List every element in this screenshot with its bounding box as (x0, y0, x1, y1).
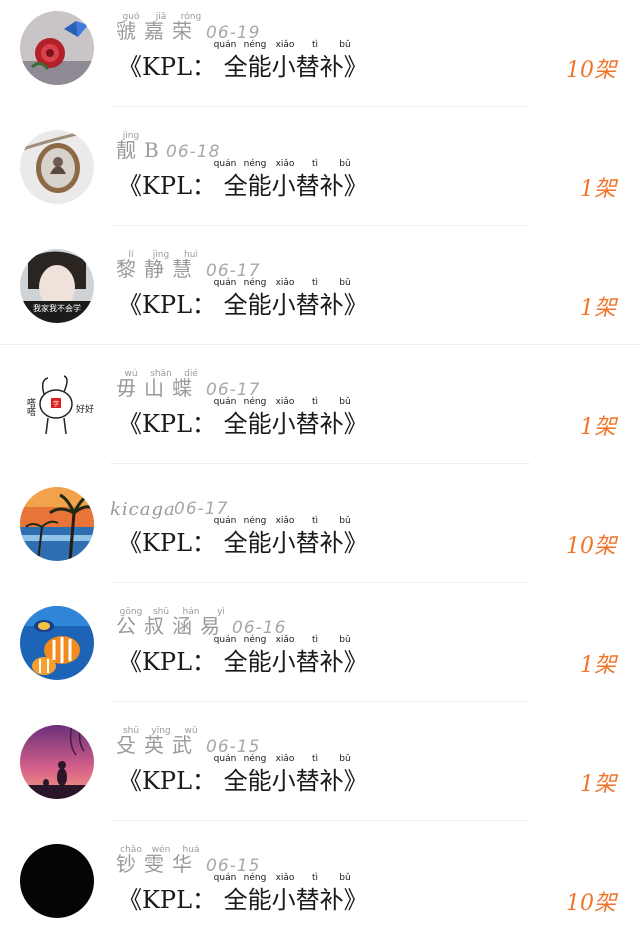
divider (110, 701, 530, 702)
gift-count: 10架 (566, 58, 616, 83)
black-avatar (20, 844, 94, 918)
gift-count: 10架 (566, 534, 616, 559)
gift-line: quán néng xiǎo tì bǔ 《KPL： 全能小替补》 (118, 278, 418, 320)
avatar-badge: 学 (53, 400, 59, 408)
list-item[interactable]: jìng 靓B 06-18 quán néng xiǎo tì bǔ 《KPL： 全能小… (0, 119, 640, 238)
gift-line: quán néng xiǎo tì bǔ 《KPL： 全能小替补》 (118, 40, 418, 82)
divider (110, 225, 530, 226)
avatar-right-text: 好好学 (76, 403, 94, 415)
avatar[interactable]: 学 嗒嗒 好好学 (20, 368, 94, 442)
gift-count: 10架 (566, 891, 616, 916)
fish-avatar (20, 606, 94, 680)
gift-name: 《KPL： 全能小替补》 (118, 767, 368, 795)
gift-count: 1架 (580, 296, 616, 321)
gift-count: 1架 (580, 772, 616, 797)
gift-line: quán néng xiǎo tì bǔ 《KPL： 全能小替补》 (118, 635, 418, 677)
divider (110, 582, 530, 583)
cartoon-avatar: 学 嗒嗒 好好学 (20, 368, 94, 442)
gift-count: 1架 (580, 653, 616, 678)
list-item[interactable]: kicaga 06-17 quán néng xiǎo tì bǔ 《KPL： 全能小替… (0, 476, 640, 595)
list-item[interactable]: shū yīng wǔ 殳英武 06-15 quán néng xiǎo tì bǔ 《KP… (0, 714, 640, 833)
gift-name: 《KPL： 全能小替补》 (118, 172, 368, 200)
gift-name: 《KPL： 全能小替补》 (118, 53, 368, 81)
gift-count: 1架 (580, 177, 616, 202)
divider (0, 344, 640, 345)
avatar[interactable] (20, 130, 94, 204)
avatar[interactable] (20, 844, 94, 918)
divider (110, 463, 530, 464)
gift-line: quán néng xiǎo tì bǔ 《KPL： 全能小替补》 (118, 159, 418, 201)
pendant-avatar (20, 130, 94, 204)
girl-photo-avatar: 我家我不会学 (20, 249, 94, 323)
avatar[interactable]: 我家我不会学 (20, 249, 94, 323)
gift-line: quán néng xiǎo tì bǔ 《KPL： 全能小替补》 (118, 873, 418, 915)
list-item[interactable]: gōng shū hán yì 公叔涵易 06-16 quán néng xiǎo tì bǔ… (0, 595, 640, 714)
avatar-caption: 我家我不会学 (33, 303, 81, 313)
gift-name: 《KPL： 全能小替补》 (118, 886, 368, 914)
avatar[interactable] (20, 487, 94, 561)
gift-record-list: guó jiā róng 虢嘉荣 06-19 quán néng xiǎo tì bǔ 《K… (0, 0, 640, 945)
dusk-avatar (20, 725, 94, 799)
list-item[interactable]: 学 嗒嗒 好好学 wúshāndié 毋山蝶 06-17 quánnéngxiǎ… (0, 357, 640, 476)
gift-name: 《KPL： 全能小替补》 (118, 291, 368, 319)
gift-name: 《KPL： 全能小替补》 (118, 410, 368, 438)
list-item[interactable]: chāo wén huá 钞雯华 06-15 quán néng xiǎo tì bǔ 《K… (0, 833, 640, 952)
avatar[interactable] (20, 606, 94, 680)
gift-line: quán néng xiǎo tì bǔ 《KPL： 全能小替补》 (118, 754, 418, 796)
divider (110, 106, 530, 107)
gift-name: 《KPL： 全能小替补》 (118, 648, 368, 676)
list-item[interactable]: guó jiā róng 虢嘉荣 06-19 quán néng xiǎo tì bǔ 《K… (0, 0, 640, 119)
rose-butterfly-avatar (20, 11, 94, 85)
gift-count: 1架 (580, 415, 616, 440)
avatar[interactable] (20, 725, 94, 799)
list-item[interactable]: 我家我不会学 lí jìng huì 黎静慧 06-17 quán néng xiǎo t… (0, 238, 640, 357)
avatar-left-text: 嗒嗒 (25, 398, 36, 417)
divider (110, 820, 530, 821)
gift-line: quán néng xiǎo tì bǔ 《KPL： 全能小替补》 (118, 516, 418, 558)
palm-sunset-avatar (20, 487, 94, 561)
gift-line: quán néng xiǎo tì bǔ 《KPL： 全能小替补》 (118, 397, 418, 439)
gift-name: 《KPL： 全能小替补》 (118, 529, 368, 557)
avatar[interactable] (20, 11, 94, 85)
